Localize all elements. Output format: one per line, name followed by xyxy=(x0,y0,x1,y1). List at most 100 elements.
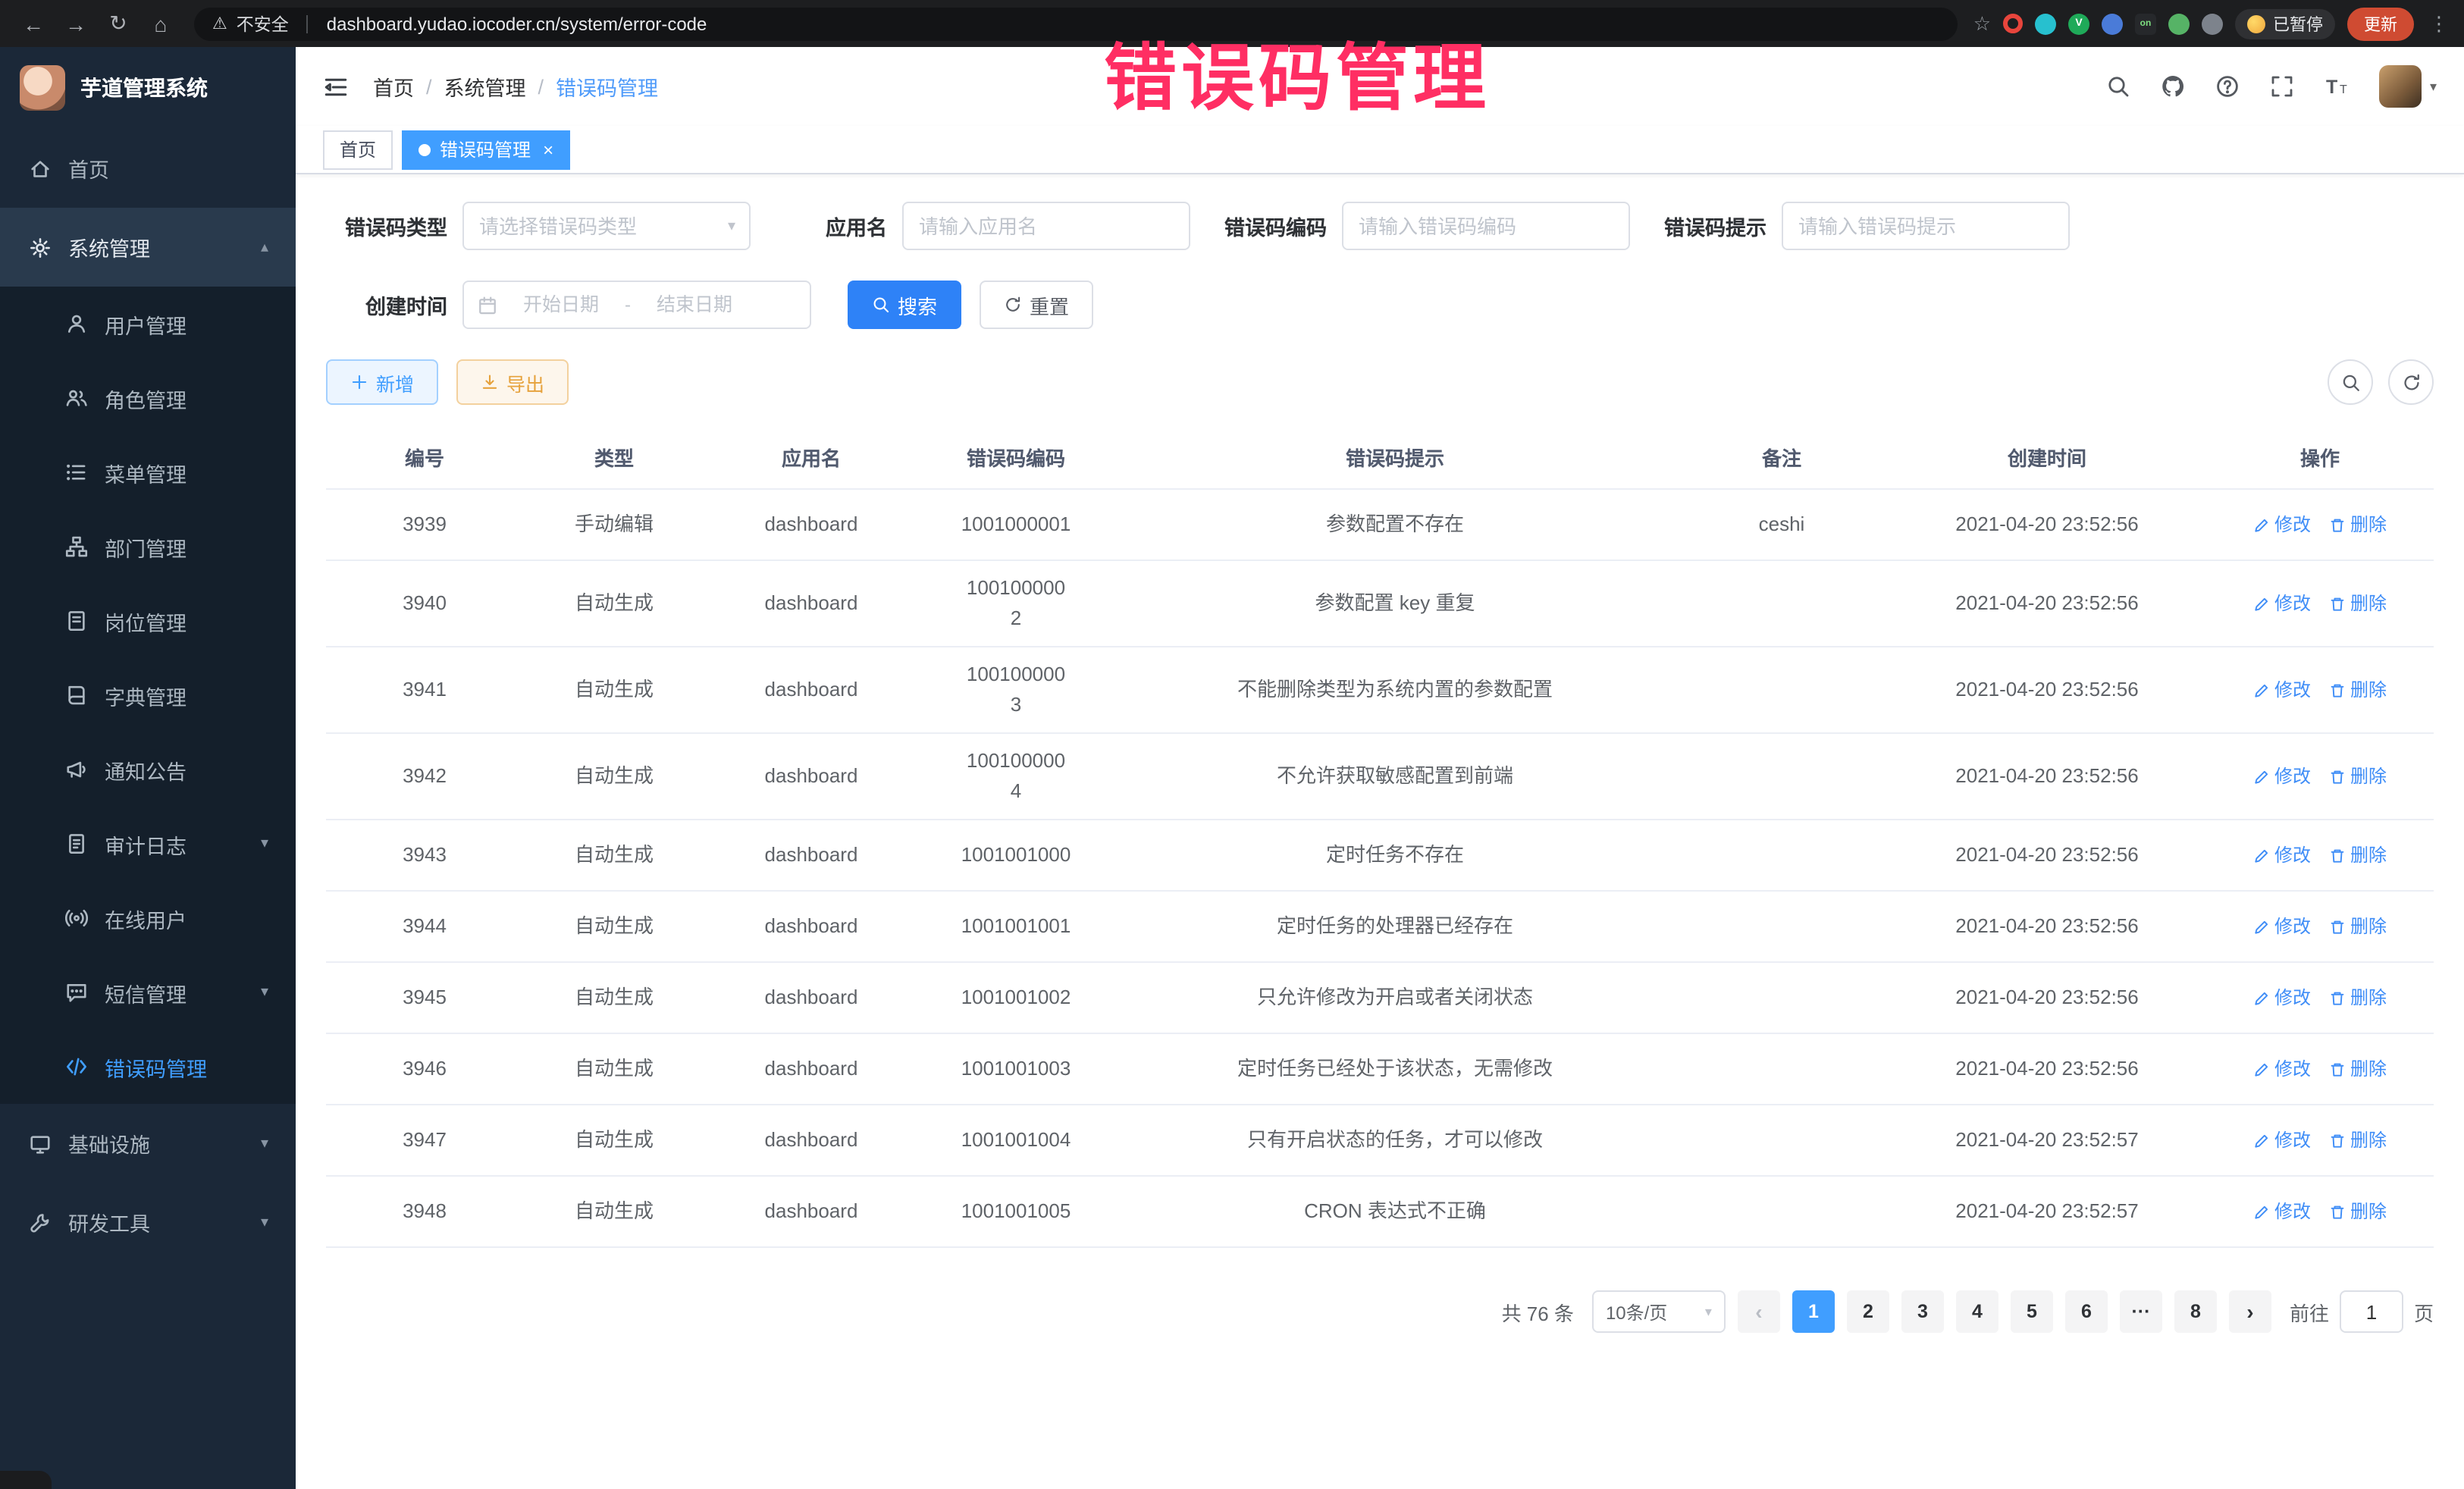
browser-home-icon[interactable]: ⌂ xyxy=(143,5,179,42)
page-size-select[interactable]: 10条/页 ▾ xyxy=(1592,1290,1726,1333)
close-icon[interactable]: × xyxy=(543,139,553,160)
extension-icon[interactable] xyxy=(2102,13,2123,34)
sidebar-item-online-user[interactable]: 在线用户 xyxy=(0,881,296,955)
pagination-page-1[interactable]: 1 xyxy=(1792,1290,1835,1333)
pagination-page-8[interactable]: 8 xyxy=(2174,1290,2217,1333)
user-menu[interactable]: ▾ xyxy=(2380,65,2437,108)
extension-icon[interactable] xyxy=(2035,13,2056,34)
delete-button[interactable]: 删除 xyxy=(2329,675,2387,705)
book-icon xyxy=(64,684,89,707)
sidebar-item-audit-log[interactable]: 审计日志▾ xyxy=(0,807,296,881)
app-logo[interactable]: 芋道管理系统 xyxy=(0,47,296,129)
delete-button[interactable]: 删除 xyxy=(2329,588,2387,619)
font-size-icon[interactable]: TT xyxy=(2325,74,2350,99)
edit-button[interactable]: 修改 xyxy=(2253,911,2311,942)
pagination-page-6[interactable]: 6 xyxy=(2065,1290,2108,1333)
pagination-more-button[interactable]: ··· xyxy=(2120,1290,2162,1333)
tab-home[interactable]: 首页 xyxy=(323,130,393,169)
cell-ops: 修改删除 xyxy=(2206,1042,2434,1096)
extension-icon[interactable] xyxy=(2003,14,2023,33)
edit-button[interactable]: 修改 xyxy=(2253,1125,2311,1155)
pagination-prev-button[interactable]: ‹ xyxy=(1738,1290,1780,1333)
sidebar-item-home[interactable]: 首页 xyxy=(0,129,296,208)
delete-button[interactable]: 删除 xyxy=(2329,1125,2387,1155)
breadcrumb-item[interactable]: 首页 xyxy=(373,71,414,102)
browser-back-icon[interactable]: ← xyxy=(15,5,52,42)
goto-page-input[interactable] xyxy=(2340,1290,2403,1333)
extension-icon[interactable]: V xyxy=(2068,13,2089,34)
log-icon xyxy=(64,832,89,855)
edit-button[interactable]: 修改 xyxy=(2253,675,2311,705)
export-button[interactable]: 导出 xyxy=(456,359,569,405)
edit-button[interactable]: 修改 xyxy=(2253,840,2311,870)
edit-button[interactable]: 修改 xyxy=(2253,1196,2311,1227)
help-icon[interactable] xyxy=(2216,74,2240,99)
search-button[interactable]: 搜索 xyxy=(848,281,961,329)
delete-button[interactable]: 删除 xyxy=(2329,983,2387,1013)
sidebar-toggle-icon[interactable] xyxy=(323,74,349,99)
fullscreen-icon[interactable] xyxy=(2271,74,2295,99)
browser-forward-icon[interactable]: → xyxy=(58,5,94,42)
error-hint-input[interactable] xyxy=(1798,215,2053,237)
error-code-type-select[interactable]: ▾ xyxy=(462,202,751,250)
breadcrumb-item[interactable]: 系统管理 xyxy=(444,71,526,102)
reset-button[interactable]: 重置 xyxy=(980,281,1093,329)
pagination-page-4[interactable]: 4 xyxy=(1956,1290,1998,1333)
extension-icon[interactable] xyxy=(2202,13,2223,34)
sidebar-item-post[interactable]: 岗位管理 xyxy=(0,584,296,658)
sidebar-item-menu[interactable]: 菜单管理 xyxy=(0,435,296,509)
delete-button[interactable]: 删除 xyxy=(2329,1196,2387,1227)
sidebar-item-notice[interactable]: 通知公告 xyxy=(0,732,296,807)
delete-button[interactable]: 删除 xyxy=(2329,840,2387,870)
edit-button[interactable]: 修改 xyxy=(2253,509,2311,540)
bookmark-star-icon[interactable]: ☆ xyxy=(1973,11,1991,36)
error-code-field[interactable] xyxy=(1342,202,1630,250)
delete-button[interactable]: 删除 xyxy=(2329,1054,2387,1084)
create-time-range-picker[interactable]: - xyxy=(462,281,811,329)
header-search-icon[interactable] xyxy=(2107,74,2131,99)
column-header: 创建时间 xyxy=(1888,426,2206,488)
tab-error-code[interactable]: 错误码管理× xyxy=(402,130,570,169)
app-name-field[interactable] xyxy=(902,202,1190,250)
sidebar-item-role[interactable]: 角色管理 xyxy=(0,361,296,435)
browser-update-button[interactable]: 更新 xyxy=(2347,7,2414,40)
extension-icon[interactable] xyxy=(2168,13,2190,34)
delete-button[interactable]: 删除 xyxy=(2329,761,2387,792)
browser-refresh-icon[interactable]: ↻ xyxy=(100,5,136,42)
github-icon[interactable] xyxy=(2161,74,2186,99)
sidebar-item-dict[interactable]: 字典管理 xyxy=(0,658,296,732)
delete-button[interactable]: 删除 xyxy=(2329,509,2387,540)
pagination-page-2[interactable]: 2 xyxy=(1847,1290,1889,1333)
extension-icon[interactable]: on xyxy=(2135,13,2156,34)
browser-menu-icon[interactable]: ⋮ xyxy=(2429,11,2449,36)
start-date-input[interactable] xyxy=(505,294,617,315)
download-icon xyxy=(481,373,499,391)
error-code-input[interactable] xyxy=(1359,215,1613,237)
end-date-input[interactable] xyxy=(638,294,751,315)
add-button[interactable]: 新增 xyxy=(326,359,438,405)
error-hint-field[interactable] xyxy=(1782,202,2070,250)
paused-profile-chip[interactable]: 已暂停 xyxy=(2235,8,2335,39)
sidebar-item-devtool[interactable]: 研发工具▾ xyxy=(0,1183,296,1262)
sidebar-item-sms[interactable]: 短信管理▾ xyxy=(0,955,296,1030)
sidebar-item-error-code[interactable]: 错误码管理 xyxy=(0,1030,296,1104)
edit-button[interactable]: 修改 xyxy=(2253,1054,2311,1084)
pagination-page-5[interactable]: 5 xyxy=(2011,1290,2053,1333)
toggle-search-button[interactable] xyxy=(2328,359,2373,405)
refresh-table-button[interactable] xyxy=(2388,359,2434,405)
cell-time: 2021-04-20 23:52:56 xyxy=(1888,1042,2206,1096)
pagination-next-button[interactable]: › xyxy=(2229,1290,2271,1333)
sidebar-item-infra[interactable]: 基础设施▾ xyxy=(0,1104,296,1183)
app-name-input[interactable] xyxy=(919,215,1174,237)
edit-button[interactable]: 修改 xyxy=(2253,983,2311,1013)
pagination-page-3[interactable]: 3 xyxy=(1901,1290,1944,1333)
sidebar-item-user[interactable]: 用户管理 xyxy=(0,287,296,361)
breadcrumb-item[interactable]: 错误码管理 xyxy=(556,71,658,102)
delete-button[interactable]: 删除 xyxy=(2329,911,2387,942)
edit-button[interactable]: 修改 xyxy=(2253,761,2311,792)
address-bar[interactable]: ⚠ 不安全 dashboard.yudao.iocoder.cn/system/… xyxy=(194,7,1958,40)
error-code-type-select-input[interactable] xyxy=(479,215,734,237)
edit-button[interactable]: 修改 xyxy=(2253,588,2311,619)
sidebar-item-system[interactable]: 系统管理▴ xyxy=(0,208,296,287)
sidebar-item-dept[interactable]: 部门管理 xyxy=(0,509,296,584)
